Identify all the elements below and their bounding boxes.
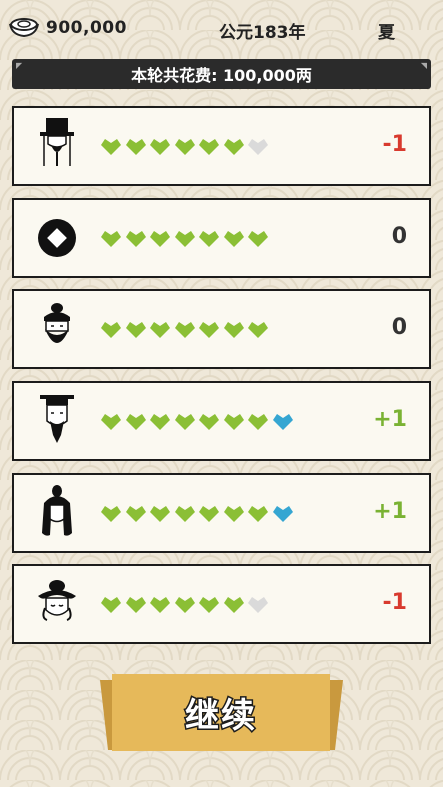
loyalty-change: +1 — [373, 407, 407, 432]
year-label: 公元183年 — [219, 23, 306, 43]
blue-heart-icon — [271, 411, 296, 431]
green-heart-icon — [124, 136, 149, 156]
green-heart-icon — [124, 503, 149, 523]
green-heart-icon — [173, 503, 198, 523]
minister-hat-icon — [40, 395, 74, 443]
blue-heart-icon — [271, 503, 296, 523]
green-heart-icon — [173, 594, 198, 614]
green-heart-icon — [148, 319, 173, 339]
green-heart-icon — [222, 228, 247, 248]
green-heart-icon — [246, 503, 271, 523]
loyalty-hearts — [99, 136, 271, 158]
official-tall-hat-icon — [40, 118, 74, 166]
green-heart-icon — [222, 503, 247, 523]
loyalty-hearts — [99, 319, 271, 341]
green-heart-icon — [124, 594, 149, 614]
green-heart-icon — [99, 594, 124, 614]
season-label: 夏 — [378, 23, 395, 43]
loyalty-hearts — [99, 228, 271, 250]
loyalty-change: -1 — [382, 132, 407, 157]
green-heart-icon — [173, 136, 198, 156]
green-heart-icon — [124, 228, 149, 248]
round-cost-banner: ◤ ◥ 本轮共花费: 100,000两 — [12, 59, 431, 89]
green-heart-icon — [148, 503, 173, 523]
green-heart-icon — [197, 136, 222, 156]
green-heart-icon — [222, 136, 247, 156]
faction-row: 0 — [12, 198, 431, 278]
empty-heart-icon — [246, 136, 271, 156]
loyalty-change: 0 — [391, 315, 407, 340]
green-heart-icon — [246, 319, 271, 339]
green-heart-icon — [197, 319, 222, 339]
green-heart-icon — [99, 411, 124, 431]
green-heart-icon — [197, 594, 222, 614]
faction-row: -1 — [12, 564, 431, 644]
green-heart-icon — [197, 503, 222, 523]
green-heart-icon — [124, 319, 149, 339]
loyalty-change: +1 — [373, 499, 407, 524]
faction-row: +1 — [12, 473, 431, 553]
green-heart-icon — [173, 411, 198, 431]
banner-corner-ornament: ◤ — [16, 61, 23, 70]
green-heart-icon — [246, 411, 271, 431]
green-heart-icon — [173, 319, 198, 339]
green-heart-icon — [148, 228, 173, 248]
silver-ingot-icon — [9, 18, 39, 38]
empty-heart-icon — [246, 594, 271, 614]
green-heart-icon — [222, 594, 247, 614]
status-bar: 900,000 公元183年 夏 — [0, 0, 443, 56]
loyalty-change: 0 — [391, 224, 407, 249]
continue-button-frame: 继续 — [100, 674, 343, 754]
green-heart-icon — [148, 411, 173, 431]
green-heart-icon — [99, 503, 124, 523]
bearded-scholar-icon — [44, 303, 70, 343]
continue-label: 继续 — [184, 695, 257, 738]
continue-button[interactable]: 继续 — [112, 674, 330, 751]
green-heart-icon — [124, 411, 149, 431]
banner-corner-ornament: ◥ — [420, 61, 427, 70]
loyalty-change: -1 — [382, 590, 407, 615]
loyalty-hearts — [99, 594, 271, 616]
green-heart-icon — [197, 228, 222, 248]
warrior-bun-icon — [42, 485, 72, 536]
faction-row: 0 — [12, 289, 431, 369]
green-heart-icon — [173, 228, 198, 248]
green-heart-icon — [99, 319, 124, 339]
green-heart-icon — [148, 136, 173, 156]
faction-row: -1 — [12, 106, 431, 186]
green-heart-icon — [222, 319, 247, 339]
lady-hairpiece-icon — [38, 580, 76, 621]
green-heart-icon — [197, 411, 222, 431]
faction-row: +1 — [12, 381, 431, 461]
green-heart-icon — [222, 411, 247, 431]
loyalty-hearts — [99, 503, 295, 525]
green-heart-icon — [99, 228, 124, 248]
loyalty-hearts — [99, 411, 295, 433]
money-amount: 900,000 — [46, 18, 127, 38]
green-heart-icon — [99, 136, 124, 156]
green-heart-icon — [148, 594, 173, 614]
round-cost-text: 本轮共花费: 100,000两 — [131, 66, 312, 85]
coin-icon — [38, 219, 76, 257]
green-heart-icon — [246, 228, 271, 248]
